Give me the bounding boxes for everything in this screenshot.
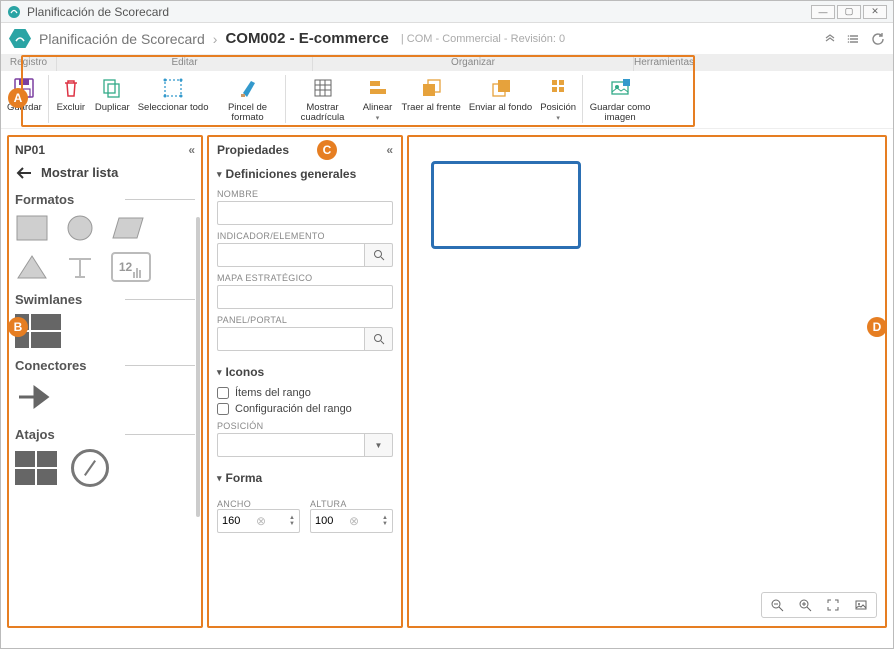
label-nombre: NOMBRE xyxy=(217,189,393,199)
marker-d: D xyxy=(867,317,887,337)
input-mapa[interactable] xyxy=(217,285,393,309)
back-show-list[interactable]: Mostrar lista xyxy=(15,165,195,180)
delete-button[interactable]: Excluir xyxy=(51,75,91,113)
canvas-panel[interactable] xyxy=(407,135,887,628)
shape-kpi-chip[interactable]: 12 xyxy=(111,252,151,282)
dropdown-posicion-button[interactable]: ▼ xyxy=(365,433,393,457)
label-indicador: INDICADOR/ELEMENTO xyxy=(217,231,393,241)
format-painter-button[interactable]: Pincel de formato xyxy=(213,75,283,124)
minimize-button[interactable]: — xyxy=(811,5,835,19)
app-logo-icon xyxy=(7,5,21,19)
image-view-button[interactable] xyxy=(848,595,874,615)
stepper-altura[interactable]: ▲▼ xyxy=(382,515,388,527)
label-mapa: MAPA ESTRATÉGICO xyxy=(217,273,393,283)
collapse-left-icon[interactable]: « xyxy=(188,143,195,157)
clear-ancho-icon[interactable]: ⊗ xyxy=(256,514,266,528)
shapes-palette-panel: NP01 « Mostrar lista Formatos 12 Swimlan… xyxy=(7,135,203,628)
marker-b: B xyxy=(8,317,28,337)
canvas-zoom-toolbar xyxy=(761,592,877,618)
section-conectores: Conectores xyxy=(15,358,195,374)
stepper-ancho[interactable]: ▲▼ xyxy=(289,515,295,527)
input-panel[interactable] xyxy=(217,327,365,351)
send-back-button[interactable]: Enviar al fondo xyxy=(465,75,536,113)
section-iconos[interactable]: Iconos xyxy=(217,365,393,379)
search-icon xyxy=(373,249,385,261)
chevron-right-icon: › xyxy=(213,31,218,47)
shortcut-grid[interactable] xyxy=(15,451,57,485)
input-altura[interactable] xyxy=(315,515,349,527)
toolbar-tabs: Registro Editar Organizar Herramientas xyxy=(1,55,893,71)
palette-title: NP01 xyxy=(15,143,45,157)
input-ancho[interactable] xyxy=(222,515,256,527)
section-general[interactable]: Definiciones generales xyxy=(217,167,393,181)
duplicate-button[interactable]: Duplicar xyxy=(91,75,134,113)
arrow-left-icon xyxy=(15,166,33,180)
section-swimlanes: Swimlanes xyxy=(15,292,195,308)
canvas-selected-shape[interactable] xyxy=(431,161,581,249)
search-icon xyxy=(373,333,385,345)
section-forma[interactable]: Forma xyxy=(217,471,393,485)
refresh-icon[interactable] xyxy=(871,32,885,46)
label-posicion: POSICIÓN xyxy=(217,421,393,431)
toolbar: Guardar Excluir Duplicar Seleccionar tod… xyxy=(1,71,893,129)
zoom-in-button[interactable] xyxy=(792,595,818,615)
shape-rectangle[interactable] xyxy=(15,214,49,242)
tab-registro: Registro xyxy=(1,55,57,71)
clear-altura-icon[interactable]: ⊗ xyxy=(349,514,359,528)
shape-circle[interactable] xyxy=(63,214,97,242)
checkbox-config-rango[interactable] xyxy=(217,403,229,415)
tab-herramientas: Herramientas xyxy=(634,55,694,71)
window-title: Planificación de Scorecard xyxy=(27,5,805,19)
close-button[interactable]: ✕ xyxy=(863,5,887,19)
checkbox-items-rango[interactable] xyxy=(217,387,229,399)
shortcut-compass[interactable] xyxy=(71,449,109,487)
module-hex-icon[interactable] xyxy=(9,28,31,50)
breadcrumb-current: COM002 - E-commerce xyxy=(225,30,388,47)
properties-title: Propiedades xyxy=(217,143,289,157)
shape-text[interactable] xyxy=(63,253,97,281)
breadcrumb-parent[interactable]: Planificación de Scorecard xyxy=(39,31,205,47)
marker-c: C xyxy=(317,140,337,160)
select-posicion[interactable] xyxy=(217,433,365,457)
list-menu-icon[interactable] xyxy=(847,32,861,46)
breadcrumb-meta: | COM - Commercial - Revisión: 0 xyxy=(401,33,565,45)
input-ancho-wrap: ⊗ ▲▼ xyxy=(217,509,300,533)
scrollbar[interactable] xyxy=(196,217,200,517)
fit-screen-button[interactable] xyxy=(820,595,846,615)
position-button[interactable]: Posición▾ xyxy=(536,75,580,123)
label-ancho: ANCHO xyxy=(217,499,300,509)
section-atajos: Atajos xyxy=(15,427,195,443)
marker-a: A xyxy=(8,88,28,108)
double-chevron-up-icon[interactable] xyxy=(823,32,837,46)
bring-front-button[interactable]: Traer al frente xyxy=(398,75,465,113)
chevron-down-icon: ▼ xyxy=(375,441,383,450)
show-grid-button[interactable]: Mostrar cuadrícula xyxy=(288,75,358,124)
tab-editar: Editar xyxy=(57,55,313,71)
maximize-button[interactable]: ▢ xyxy=(837,5,861,19)
properties-panel: Propiedades « Definiciones generales NOM… xyxy=(207,135,403,628)
zoom-out-button[interactable] xyxy=(764,595,790,615)
breadcrumb: Planificación de Scorecard › COM002 - E-… xyxy=(1,23,893,55)
titlebar: Planificación de Scorecard — ▢ ✕ xyxy=(1,1,893,23)
label-panel: PANEL/PORTAL xyxy=(217,315,393,325)
search-panel-button[interactable] xyxy=(365,327,393,351)
save-image-button[interactable]: Guardar como imagen xyxy=(585,75,655,124)
select-all-button[interactable]: Seleccionar todo xyxy=(134,75,213,113)
input-nombre[interactable] xyxy=(217,201,393,225)
section-formatos: Formatos xyxy=(15,192,195,208)
shape-triangle[interactable] xyxy=(15,253,49,281)
search-indicador-button[interactable] xyxy=(365,243,393,267)
collapse-left-icon[interactable]: « xyxy=(386,143,393,157)
shape-parallelogram[interactable] xyxy=(111,214,145,242)
input-indicador[interactable] xyxy=(217,243,365,267)
label-altura: ALTURA xyxy=(310,499,393,509)
align-button[interactable]: Alinear▾ xyxy=(358,75,398,123)
shape-arrow-connector[interactable] xyxy=(15,380,57,417)
tab-organizar: Organizar xyxy=(313,55,634,71)
input-altura-wrap: ⊗ ▲▼ xyxy=(310,509,393,533)
